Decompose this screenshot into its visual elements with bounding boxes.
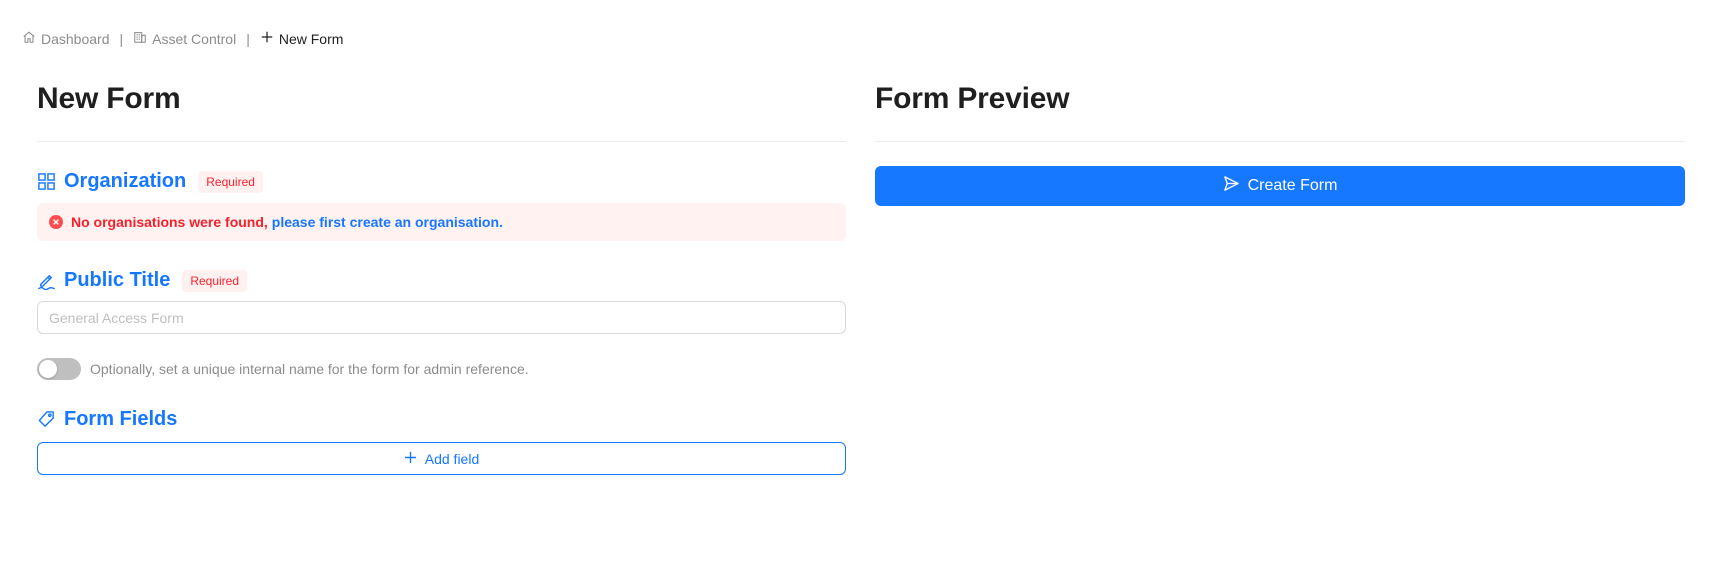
public-title-header: Public Title Required bbox=[37, 269, 248, 292]
send-icon bbox=[1223, 175, 1240, 197]
breadcrumb-separator: | bbox=[246, 30, 250, 47]
internal-name-switch[interactable] bbox=[37, 358, 81, 380]
building-icon bbox=[133, 30, 147, 47]
organization-error-alert: No organisations were found, please firs… bbox=[37, 203, 846, 241]
grid-icon bbox=[37, 172, 56, 191]
create-form-button[interactable]: Create Form bbox=[875, 166, 1685, 206]
plus-icon bbox=[260, 30, 274, 47]
breadcrumb-new-form: New Form bbox=[260, 30, 344, 47]
preview-divider bbox=[875, 141, 1685, 142]
breadcrumb-asset-control[interactable]: Asset Control bbox=[133, 30, 236, 47]
switch-knob bbox=[39, 360, 57, 378]
organization-header: Organization Required bbox=[37, 170, 263, 193]
public-title-input[interactable] bbox=[37, 301, 846, 334]
tag-icon bbox=[37, 410, 56, 429]
plus-icon bbox=[404, 451, 417, 467]
error-message: No organisations were found, bbox=[71, 214, 268, 230]
create-form-label: Create Form bbox=[1247, 177, 1338, 194]
required-badge: Required bbox=[198, 170, 263, 193]
form-fields-title: Form Fields bbox=[64, 408, 178, 430]
title-divider bbox=[37, 141, 846, 142]
form-fields-header: Form Fields bbox=[37, 408, 177, 431]
breadcrumb-label: Asset Control bbox=[152, 30, 237, 47]
add-field-button[interactable]: Add field bbox=[37, 442, 846, 475]
internal-name-hint: Optionally, set a unique internal name f… bbox=[90, 361, 529, 377]
internal-name-toggle-row: Optionally, set a unique internal name f… bbox=[37, 358, 529, 380]
add-field-label: Add field bbox=[424, 450, 480, 467]
home-icon bbox=[22, 30, 36, 47]
breadcrumb-label: Dashboard bbox=[41, 30, 110, 47]
breadcrumb-label: New Form bbox=[278, 30, 344, 47]
close-circle-icon bbox=[49, 215, 63, 229]
preview-title: Form Preview bbox=[875, 82, 1070, 115]
breadcrumb-dashboard[interactable]: Dashboard bbox=[22, 30, 110, 47]
page-title: New Form bbox=[37, 82, 181, 115]
organization-title: Organization bbox=[64, 170, 187, 192]
required-badge: Required bbox=[182, 269, 248, 292]
breadcrumb: Dashboard | Asset Control | New Form bbox=[22, 30, 343, 47]
breadcrumb-separator: | bbox=[119, 30, 124, 47]
signature-icon bbox=[37, 271, 56, 290]
public-title-title: Public Title bbox=[64, 269, 171, 291]
create-organisation-link[interactable]: please first create an organisation. bbox=[272, 214, 503, 230]
